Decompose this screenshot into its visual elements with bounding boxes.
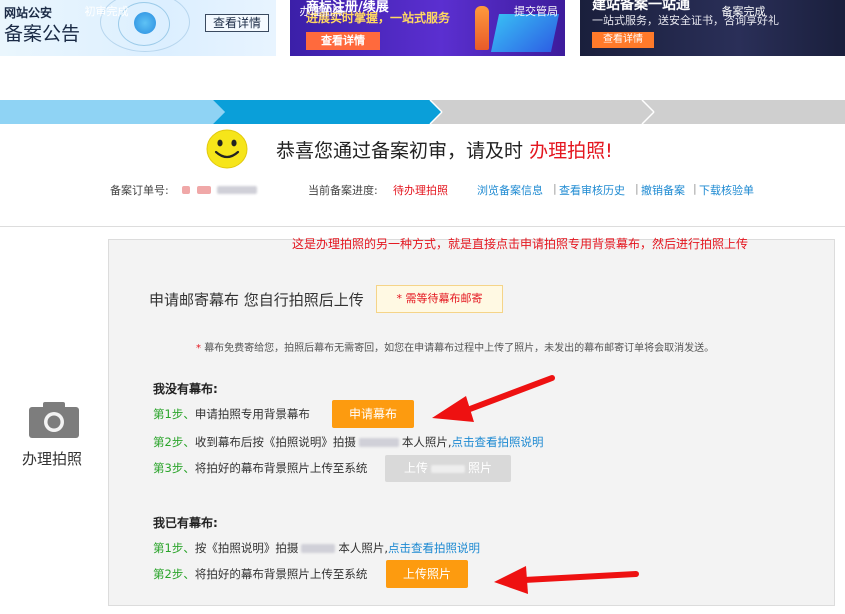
step-todo-shape [430,100,654,124]
step-filing-complete: 备案完成 [721,5,766,18]
step-todo-shape [642,100,845,124]
no-screen-step2: 第2步、收到幕布后按《拍照说明》拍摄 本人照片,点击查看拍照说明 [153,435,544,449]
no-screen-heading: 我没有幕布: [153,382,218,396]
has-screen-heading: 我已有幕布: [153,516,218,530]
camera-icon[interactable] [29,402,79,438]
step-review-done: 初审完成 [84,5,129,18]
mail-screen-title: 申请邮寄幕布 您自行拍照后上传 [149,291,364,309]
congrats-message: 恭喜您通过备案初审，请及时 办理拍照! [276,136,613,163]
mail-notice-text: 幕布免费寄给您，拍照后幕布无需寄回，如您在申请幕布过程中上传了照片，未发出的幕布… [204,343,715,354]
red-arrow-annotation [432,375,555,422]
wait-mail-text: 需等待幕布邮寄 [405,292,483,305]
take-photo-nav-label[interactable]: 办理拍照 [22,448,82,469]
progress-value: 待办理拍照 [393,184,448,197]
link-separator: | [635,182,639,195]
progress-stepbar [0,100,845,124]
photo-guide-link[interactable]: 点击查看拍照说明 [451,435,543,449]
link-cancel-filing[interactable]: 撤销备案 [641,182,685,198]
congrats-highlight: 办理拍照! [529,140,613,162]
wait-mail-tag: * 需等待幕布邮寄 [376,285,503,313]
link-separator: | [553,182,557,195]
apply-screen-button[interactable]: 申请幕布 [332,400,414,428]
divider [0,226,845,227]
banner-details-button[interactable]: 查看详情 [306,32,380,50]
has-screen-step1: 第1步、按《拍照说明》拍摄 本人照片,点击查看拍照说明 [153,541,480,555]
progress-label: 当前备案进度: [308,184,378,197]
order-number-value [182,183,257,196]
no-screen-step1: 第1步、申请拍照专用背景幕布 [153,407,310,421]
upload-photo-button[interactable]: 上传照片 [386,560,468,588]
upload-photo-button-disabled: 上传 照片 [385,455,511,482]
step-take-photo: 办理拍照 [299,5,344,18]
link-download-form[interactable]: 下载核验单 [699,182,754,198]
red-arrow-annotation [494,566,639,594]
smiley-icon [206,129,248,169]
link-browse-filing[interactable]: 浏览备案信息 [477,182,543,198]
link-separator: | [693,182,697,195]
photo-guide-link[interactable]: 点击查看拍照说明 [388,541,480,555]
mail-notice: * 幕布免费寄给您，拍照后幕布无需寄回，如您在申请幕布过程中上传了照片，未发出的… [196,343,715,354]
banner-details-button[interactable]: 查看详情 [592,32,654,48]
no-screen-step3: 第3步、将拍好的幕布背景照片上传至系统 [153,461,368,475]
step-active-shape [213,100,442,124]
has-screen-step2: 第2步、将拍好的幕布背景照片上传至系统 [153,567,368,581]
order-number-label: 备案订单号: [110,184,169,197]
congrats-text: 恭喜您通过备案初审，请及时 [276,140,524,162]
step-done-shape [0,100,225,124]
link-review-history[interactable]: 查看审核历史 [559,182,625,198]
step-submit-bureau: 提交管局 [514,5,558,18]
annotation-note: 这是办理拍照的另一种方式，就是直接点击申请拍照专用背景幕布，然后进行拍照上传 [292,237,749,251]
